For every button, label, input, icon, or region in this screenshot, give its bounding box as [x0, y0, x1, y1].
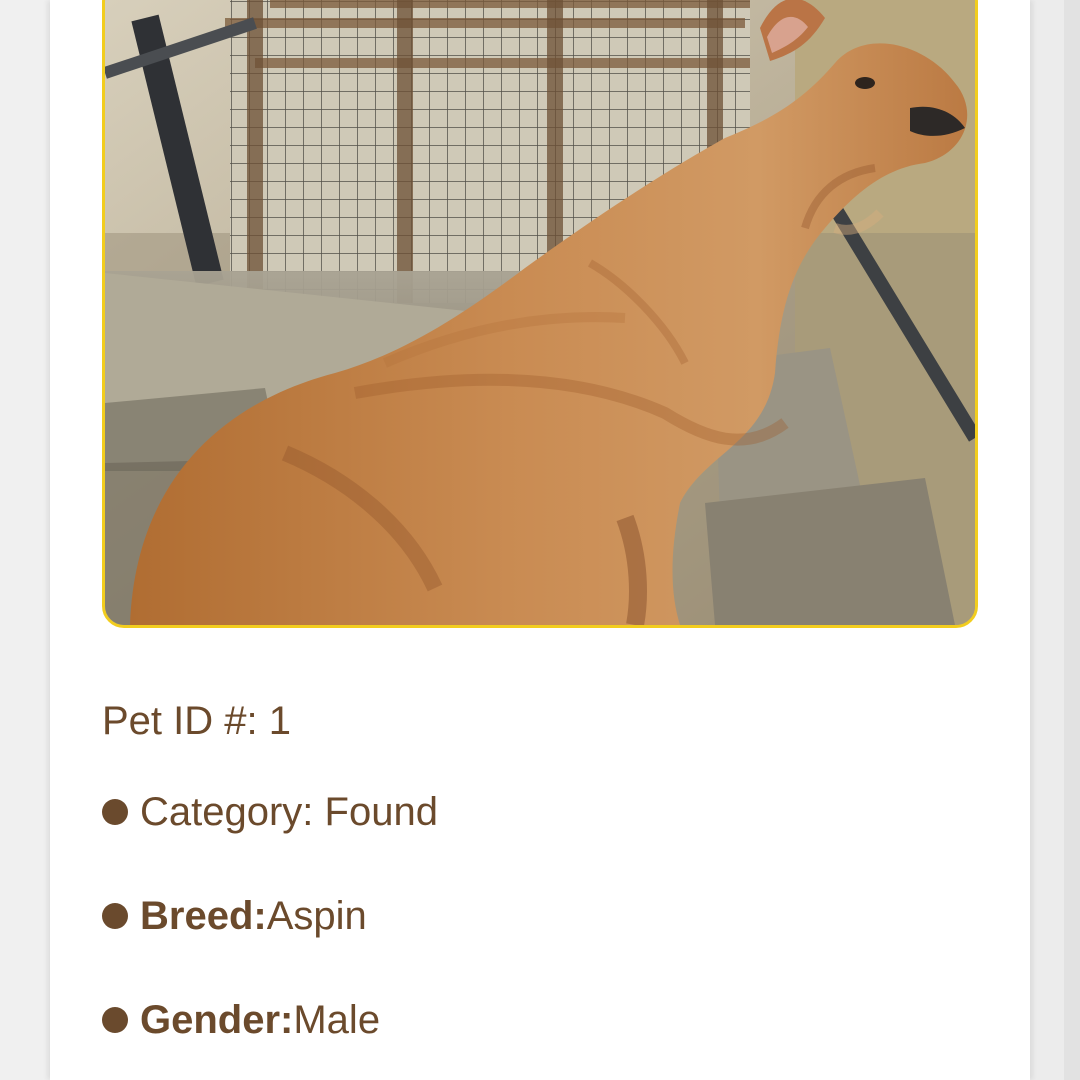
- breed-label: Breed:: [140, 893, 267, 938]
- category-bullet-icon: [102, 799, 128, 825]
- gender-label: Gender:: [140, 997, 294, 1042]
- left-page-background: [0, 0, 50, 1080]
- gender-bullet-icon: [102, 1007, 128, 1033]
- pet-details-card: Pet ID #: 1 Category: Found Breed: Aspin…: [50, 0, 1030, 1080]
- pet-photo: [102, 0, 978, 628]
- pet-breed-row: Breed: Aspin: [102, 891, 367, 941]
- breed-value: Aspin: [266, 893, 367, 938]
- pet-id-label: Pet ID #: 1: [102, 699, 291, 743]
- pet-category-text: Category: Found: [140, 789, 438, 834]
- gender-value: Male: [293, 997, 381, 1042]
- dog-photo-illustration: [105, 0, 975, 625]
- scrollbar-track[interactable]: [1064, 0, 1080, 1080]
- breed-bullet-icon: [102, 903, 128, 929]
- pet-gender-row: Gender: Male: [102, 995, 380, 1045]
- pet-category-row: Category: Found: [102, 787, 438, 837]
